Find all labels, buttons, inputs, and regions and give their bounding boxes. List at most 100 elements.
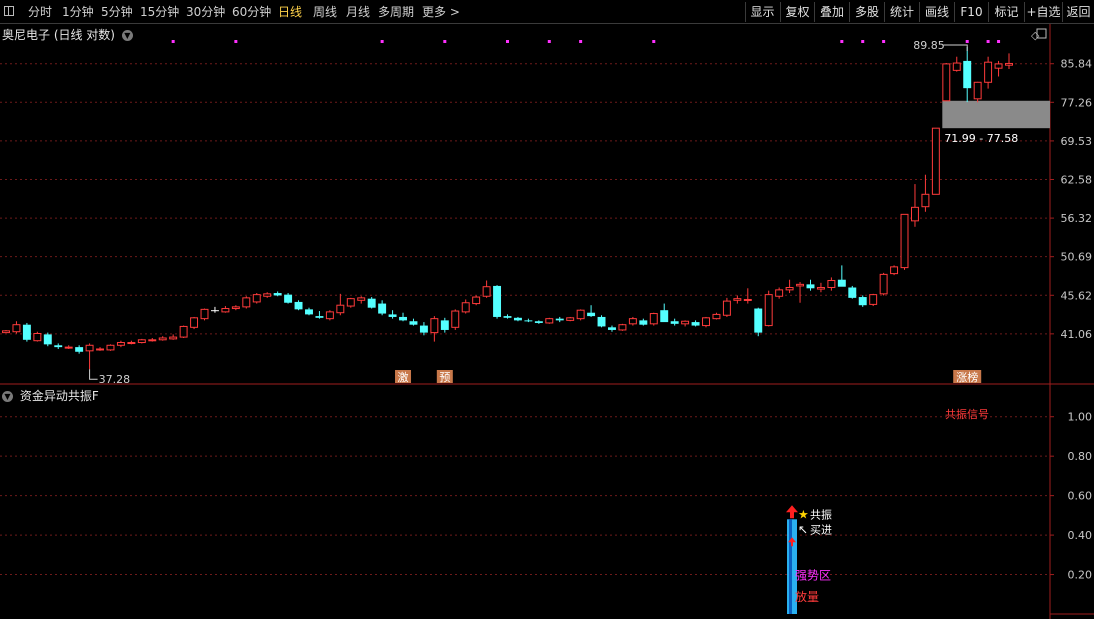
signal-dot-marker	[171, 40, 175, 43]
signal-dot-marker	[965, 40, 969, 43]
candle-body-up	[472, 296, 481, 305]
candle-body-down	[315, 316, 324, 318]
candle-body-up	[973, 81, 982, 100]
candle-body-up	[775, 289, 784, 297]
candle-body-down	[963, 60, 972, 89]
candle-body-up	[628, 318, 637, 325]
main-y-tick-label: 41.06	[1061, 328, 1093, 341]
buy-label: 买进	[810, 523, 832, 536]
candle-body-up	[461, 302, 470, 313]
candle-body-up	[482, 286, 491, 297]
candle-body-up	[796, 283, 805, 287]
candle-body-up	[169, 336, 178, 340]
price-gap-box	[942, 100, 1050, 129]
candle-body-up	[451, 310, 460, 328]
candle-body-up	[545, 318, 554, 324]
main-y-tick-label: 56.32	[1061, 212, 1093, 225]
signal-tag-text: 涨榜	[956, 370, 978, 384]
candle-body-up	[190, 317, 199, 328]
main-y-tick-label: 45.62	[1061, 289, 1093, 302]
signal-dot-marker	[443, 40, 447, 43]
candle-body-up	[12, 324, 21, 333]
candle-body-down	[587, 312, 596, 317]
candle-body-down	[806, 284, 815, 289]
candle-body-down	[54, 345, 63, 348]
candle-body-up	[931, 127, 940, 195]
candle-body-down	[273, 293, 282, 296]
candle-body-down	[754, 308, 763, 333]
candle-body-down	[419, 325, 428, 333]
low-price-label: 37.28	[99, 373, 131, 386]
signal-dot-marker	[579, 40, 583, 43]
candle-body-down	[399, 316, 407, 321]
candle-body-up	[263, 293, 272, 297]
candle-body-down	[670, 321, 679, 324]
candle-body-up	[33, 333, 42, 342]
candle-body-up	[984, 61, 993, 83]
candle-body-up	[137, 339, 146, 344]
main-y-tick-label: 62.58	[1061, 173, 1093, 186]
candle-body-up	[890, 266, 899, 275]
candle-body-up	[221, 308, 230, 313]
candle-body-up	[200, 308, 209, 320]
candle-body-down	[524, 320, 533, 322]
sub-y-tick-label: 0.60	[1068, 490, 1093, 503]
candle-body-down	[378, 303, 387, 314]
candle-body-up	[900, 213, 909, 269]
candle-body-up	[566, 317, 575, 321]
resonance-label: 共振	[810, 507, 832, 521]
candle-body-up	[733, 298, 742, 301]
signal-dot-marker	[840, 40, 844, 43]
signal-dot-marker	[234, 40, 238, 43]
candle-body-up	[827, 279, 836, 288]
candle-body-up	[430, 318, 439, 334]
diamond-toggle-icon: ◇	[1031, 29, 1040, 42]
candle-body-down	[597, 316, 606, 327]
sub-y-tick-label: 0.20	[1068, 569, 1093, 582]
candle-body-up	[994, 63, 1003, 69]
signal-dot-marker	[861, 40, 865, 43]
resonance-legend-text: 共振信号	[945, 407, 989, 421]
candle-body-up	[85, 344, 94, 352]
signal-dot-marker	[882, 40, 886, 43]
main-y-tick-label: 50.69	[1061, 251, 1093, 264]
candle-body-up	[127, 342, 136, 345]
main-y-tick-label: 77.26	[1061, 96, 1093, 109]
candle-body-up	[2, 330, 10, 334]
candle-body-down	[534, 321, 543, 323]
candle-body-up	[952, 62, 961, 71]
candle-body-up	[618, 324, 627, 331]
candle-body-up	[357, 297, 366, 301]
arrow-pointer-icon: ↖	[798, 522, 808, 536]
candle-body-down	[493, 285, 502, 317]
candle-body-up	[785, 286, 794, 291]
high-price-label: 89.85	[913, 39, 945, 52]
candle-body-down	[22, 324, 31, 340]
main-y-tick-label: 85.84	[1061, 58, 1093, 71]
candle-body-up	[879, 273, 888, 295]
candle-body-up	[346, 298, 355, 307]
signal-tag-text: 预	[439, 371, 450, 384]
candle-body-up	[325, 311, 334, 320]
candle-body-up	[179, 325, 188, 338]
signal-dot-marker	[986, 40, 990, 43]
candle-body-down	[388, 314, 397, 317]
candle-body-down	[848, 287, 857, 298]
candle-body-up	[869, 294, 878, 305]
candle-body-down	[660, 310, 669, 323]
candle-body-down	[555, 318, 564, 321]
candle-body-up	[722, 300, 731, 316]
candle-body-down	[608, 327, 616, 330]
chart-canvas: 85.84 77.26 69.53 62.58 56.32 50.69 45.62 41.06…	[0, 24, 1094, 619]
signal-tag-text: 激	[398, 370, 409, 384]
candle-body-down	[513, 317, 522, 321]
up-arrow-icon	[786, 505, 798, 519]
volume-label: 放量	[795, 589, 819, 604]
candle-body-flat	[210, 310, 219, 312]
main-y-tick-label: 69.53	[1061, 135, 1093, 148]
low-pointer-line	[89, 369, 98, 380]
candle-body-down	[75, 347, 84, 352]
candle-body-up	[942, 63, 951, 102]
candle-body-up	[158, 337, 167, 341]
candle-body-up	[1005, 62, 1013, 66]
